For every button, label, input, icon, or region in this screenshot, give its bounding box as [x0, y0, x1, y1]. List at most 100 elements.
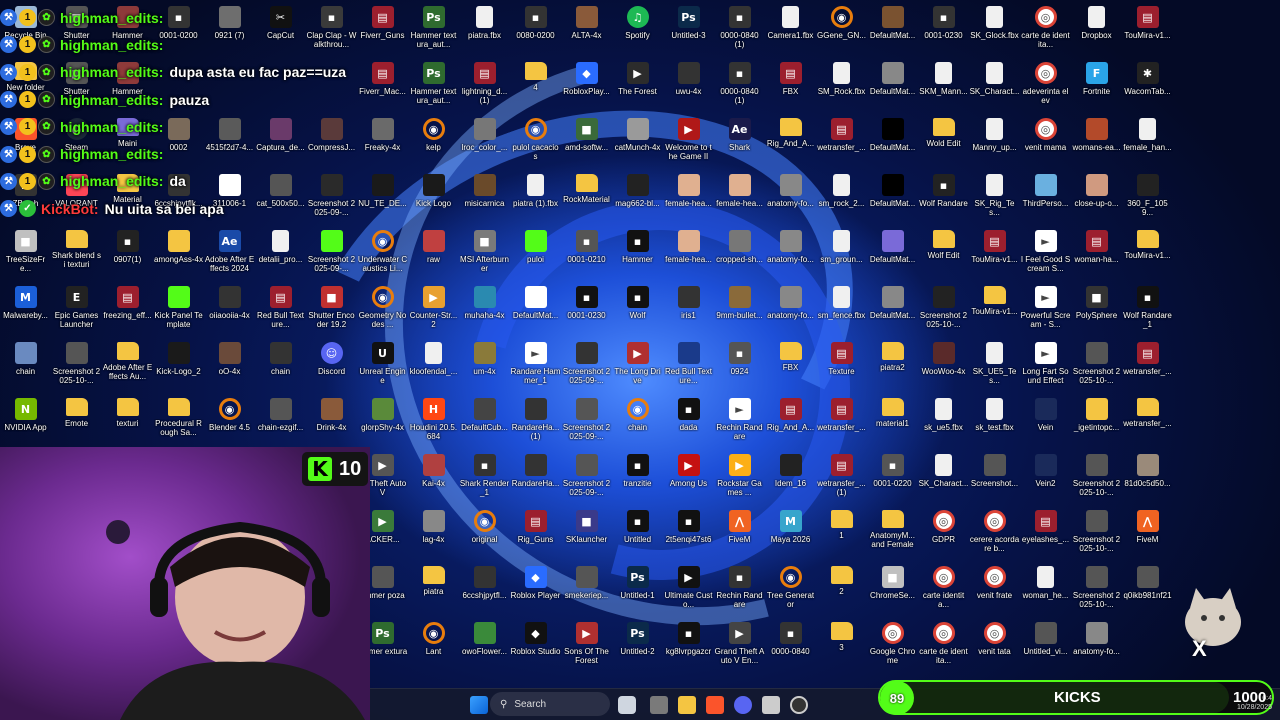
desktop-icon[interactable]: ▪ Wolf Randare_1 — [1122, 284, 1173, 340]
desktop-icon[interactable]: ▪ 0000-0840 — [765, 620, 816, 676]
desktop-icon[interactable]: ▤ Rig_Guns — [510, 508, 561, 564]
desktop-icon[interactable]: Screenshot 2025-09-... — [306, 228, 357, 284]
desktop-icon[interactable]: F Fortnite — [1071, 60, 1122, 116]
desktop-icon[interactable]: chain-ezgif... — [255, 396, 306, 452]
desktop-icon[interactable]: raw — [408, 228, 459, 284]
desktop-icon[interactable]: Screenshot 2025-10-... — [1071, 452, 1122, 508]
desktop-icon[interactable]: ▤ freezing_eff... — [102, 284, 153, 340]
desktop-icon[interactable]: DefaultMat... — [867, 4, 918, 60]
desktop-icon[interactable]: ▤ Texture — [816, 340, 867, 396]
desktop-icon[interactable]: SKM_Mann... — [918, 60, 969, 116]
app-icon[interactable] — [762, 696, 780, 714]
desktop-icon[interactable]: puloi — [510, 228, 561, 284]
desktop-icon[interactable]: ◎ carte identita... — [918, 564, 969, 620]
desktop-icon[interactable]: owoFlower... — [459, 620, 510, 676]
desktop-icon[interactable]: ▤ woman-ha... — [1071, 228, 1122, 284]
desktop-icon[interactable]: ♫ Spotify — [612, 4, 663, 60]
desktop-icon[interactable]: Ps Untitled-3 — [663, 4, 714, 60]
desktop-icon[interactable]: ▤ TouMira-v1... — [969, 228, 1020, 284]
desktop-icon[interactable]: ▤ Red Bull Texture... — [255, 284, 306, 340]
desktop-icon[interactable]: Ae Shark — [714, 116, 765, 172]
desktop-icon[interactable]: ☺ Discord — [306, 340, 357, 396]
desktop-icon[interactable]: 6ccshjpytfl... — [459, 564, 510, 620]
desktop-icon[interactable]: ▤ eyelashes_... — [1020, 508, 1071, 564]
desktop-icon[interactable]: N NVIDIA App — [0, 396, 51, 452]
desktop-icon[interactable]: E Epic Games Launcher — [51, 284, 102, 340]
desktop-icon[interactable]: DefaultMat... — [867, 228, 918, 284]
desktop-icon[interactable]: ▪ 0080-0200 — [510, 4, 561, 60]
desktop-icon[interactable]: Screenshot... — [969, 452, 1020, 508]
desktop-icon[interactable]: Adobe After Effects Au... — [102, 340, 153, 396]
desktop-icon[interactable]: ▤ Rig_And_A... — [765, 396, 816, 452]
desktop-icon[interactable]: ◎ venit tata — [969, 620, 1020, 676]
desktop-icon[interactable]: Kick-Logo_2 — [153, 340, 204, 396]
desktop-icon[interactable]: anatomy-fo... — [765, 172, 816, 228]
desktop-icon[interactable]: Ps Untitled-2 — [612, 620, 663, 676]
desktop-icon[interactable]: ◆ Roblox Player — [510, 564, 561, 620]
desktop-icon[interactable]: Ae Adobe After Effects 2024 — [204, 228, 255, 284]
desktop-icon[interactable]: smekeriep... — [561, 564, 612, 620]
desktop-icon[interactable]: cropped-sh... — [714, 228, 765, 284]
desktop-icon[interactable]: ▪ kg8lvrpgazcr — [663, 620, 714, 676]
desktop-icon[interactable]: Vein — [1020, 396, 1071, 452]
desktop-icon[interactable]: ◎ Google Chrome — [867, 620, 918, 676]
desktop-icon[interactable]: misicarnica — [459, 172, 510, 228]
desktop-icon[interactable]: ◉ original — [459, 508, 510, 564]
desktop-icon[interactable]: ■ SKlauncher — [561, 508, 612, 564]
desktop-icon[interactable]: anatomy-fo... — [765, 284, 816, 340]
desktop-icon[interactable]: ▤ wetransfer_... — [816, 116, 867, 172]
desktop-icon[interactable]: U Unreal Engine — [357, 340, 408, 396]
desktop-icon[interactable]: sk_test.fbx — [969, 396, 1020, 452]
desktop-icon[interactable]: ◉ GGene_GN... — [816, 4, 867, 60]
desktop-icon[interactable]: ▪ dada — [663, 396, 714, 452]
desktop-icon[interactable]: oiiaooiia-4x — [204, 284, 255, 340]
desktop-icon[interactable]: ◉ kelp — [408, 116, 459, 172]
desktop-icon[interactable]: ALTA-4x — [561, 4, 612, 60]
desktop-icon[interactable]: ▶ Grand Theft Auto V En... — [714, 620, 765, 676]
desktop-icon[interactable]: female-hea... — [663, 228, 714, 284]
desktop-icon[interactable]: ► Powerful Scream - S... — [1020, 284, 1071, 340]
desktop-icon[interactable]: ◉ Blender 4.5 — [204, 396, 255, 452]
desktop-icon[interactable]: RockMaterial — [561, 172, 612, 228]
desktop-icon[interactable]: SK_Charact... — [969, 60, 1020, 116]
desktop-icon[interactable]: ▪ 0001-0220 — [867, 452, 918, 508]
desktop-icon[interactable]: 81d0c5d50... — [1122, 452, 1173, 508]
desktop-icon[interactable]: sk_ue5.fbx — [918, 396, 969, 452]
brave-icon[interactable] — [706, 696, 724, 714]
desktop-icon[interactable]: piatra (1).fbx — [510, 172, 561, 228]
file-explorer-icon[interactable] — [678, 696, 696, 714]
desktop-icon[interactable]: muhaha-4x — [459, 284, 510, 340]
obs-icon[interactable] — [790, 696, 808, 714]
desktop-icon[interactable]: chain — [255, 340, 306, 396]
desktop-icon[interactable]: chain — [0, 340, 51, 396]
desktop-icon[interactable]: DefaultMat... — [867, 60, 918, 116]
desktop-icon[interactable]: Screenshot 2025-10-... — [1071, 340, 1122, 396]
desktop-icon[interactable]: q0ikb981nf21 — [1122, 564, 1173, 620]
desktop-icon[interactable]: wetransfer_... — [1122, 396, 1173, 452]
desktop-icon[interactable]: ▤ wetransfer_... — [816, 396, 867, 452]
desktop-icon[interactable]: ThirdPerso... — [1020, 172, 1071, 228]
desktop-icon[interactable]: ▪ 0000-0840 (1) — [714, 4, 765, 60]
desktop-icon[interactable]: ✱ WacomTab... — [1122, 60, 1173, 116]
desktop-icon[interactable]: ▪ Shark Render_1 — [459, 452, 510, 508]
desktop-icon[interactable]: ■ amd-softw... — [561, 116, 612, 172]
desktop-icon[interactable]: M Maya 2026 — [765, 508, 816, 564]
desktop-icon[interactable]: ◉ Tree Generator — [765, 564, 816, 620]
desktop-icon[interactable]: female_han... — [1122, 116, 1173, 172]
desktop-icon[interactable]: um-4x — [459, 340, 510, 396]
desktop-icon[interactable]: ■ Shutter Encoder 19.2 — [306, 284, 357, 340]
desktop-icon[interactable]: ► Randare Hammer_1 — [510, 340, 561, 396]
desktop-icon[interactable]: material1 — [867, 396, 918, 452]
desktop-icon[interactable]: ▶ The Long Drive — [612, 340, 663, 396]
desktop-icon[interactable]: ▪ Untitled — [612, 508, 663, 564]
taskbar-search[interactable]: ⚲ Search — [490, 692, 610, 716]
desktop-icon[interactable]: ▤ wetransfer_... (1) — [816, 452, 867, 508]
desktop-icon[interactable]: Ps Hammer textura_aut... — [408, 60, 459, 116]
desktop-icon[interactable]: DefaultCub... — [459, 396, 510, 452]
desktop-icon[interactable]: glorpShy-4x — [357, 396, 408, 452]
start-icon[interactable] — [470, 696, 488, 714]
desktop-icon[interactable]: SK_Charact... — [918, 452, 969, 508]
desktop-icon[interactable]: Kick Logo — [408, 172, 459, 228]
desktop-icon[interactable]: Dropbox — [1071, 4, 1122, 60]
desktop-icon[interactable]: sm_rock_2... — [816, 172, 867, 228]
